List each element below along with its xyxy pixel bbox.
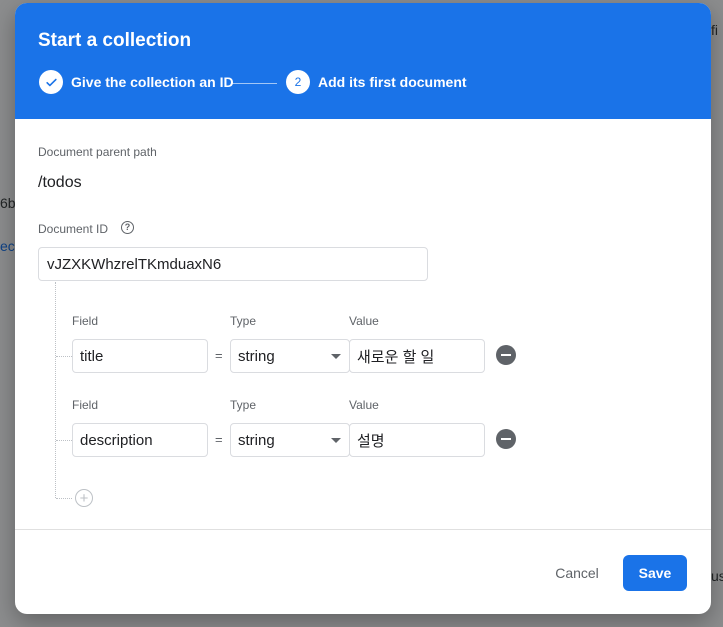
step-label: Give the collection an ID <box>71 74 234 90</box>
field-type-value: string <box>238 347 275 365</box>
step-add-document: 2 Add its first document <box>286 70 467 94</box>
field-type-value: string <box>238 431 275 449</box>
tree-branch <box>56 356 72 357</box>
dialog-header: Start a collection Give the collection a… <box>15 3 711 119</box>
start-collection-dialog: Start a collection Give the collection a… <box>15 3 711 614</box>
field-name-input[interactable]: title <box>72 339 208 373</box>
dropdown-arrow-icon <box>331 438 341 443</box>
step-give-id: Give the collection an ID <box>39 70 234 94</box>
equals-sign: = <box>215 432 223 447</box>
field-type-select[interactable]: string <box>230 339 350 373</box>
step-number: 2 <box>286 70 310 94</box>
field-label: Field <box>72 398 99 412</box>
equals-sign: = <box>215 348 223 363</box>
cancel-button[interactable]: Cancel <box>543 555 611 591</box>
remove-field-icon[interactable] <box>496 429 516 449</box>
add-field-icon[interactable]: + <box>75 489 93 507</box>
field-name-input[interactable]: description <box>72 423 208 457</box>
field-label: Field <box>72 314 99 328</box>
value-label: Value <box>349 314 379 328</box>
footer-divider <box>15 529 711 530</box>
step-connector <box>231 83 277 84</box>
dropdown-arrow-icon <box>331 354 341 359</box>
document-id-input[interactable]: vJZXKWhzrelTKmduaxN6 <box>38 247 428 281</box>
remove-field-icon[interactable] <box>496 345 516 365</box>
document-id-label: Document ID <box>38 222 109 236</box>
save-button[interactable]: Save <box>623 555 687 591</box>
type-label: Type <box>230 398 257 412</box>
step-label: Add its first document <box>318 74 467 90</box>
field-type-select[interactable]: string <box>230 423 350 457</box>
help-icon[interactable]: ? <box>121 221 134 234</box>
parent-path-value: /todos <box>38 174 82 191</box>
tree-connector <box>55 282 56 498</box>
field-value-input[interactable]: 설명 <box>349 423 485 457</box>
type-label: Type <box>230 314 257 328</box>
dialog-title: Start a collection <box>38 30 192 51</box>
tree-branch <box>56 440 72 441</box>
field-value-input[interactable]: 새로운 할 일 <box>349 339 485 373</box>
value-label: Value <box>349 398 379 412</box>
check-icon <box>39 70 63 94</box>
parent-path-label: Document parent path <box>38 145 157 159</box>
tree-branch <box>56 498 72 499</box>
